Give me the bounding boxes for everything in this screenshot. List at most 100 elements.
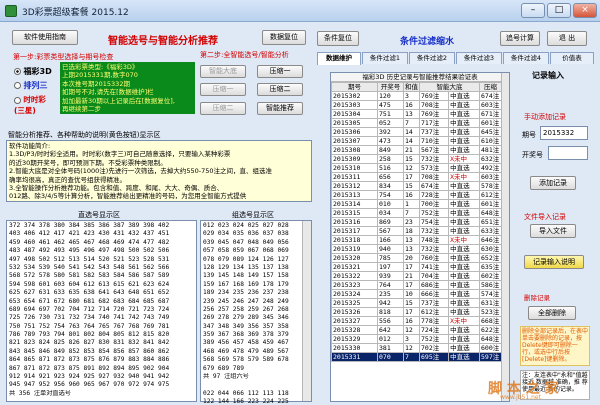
history-table[interactable]: 期号 开奖号 和值 智能大底 压缩 2015302 120 3 769注 中直选 674注… [331,82,502,362]
table-row[interactable]: 2015305 052 7 717注 中直选 601注 [331,118,502,128]
table-row[interactable]: 2015325 942 15 737注 中直选 631注 [331,298,502,308]
number-line: 679 689 789 [203,364,244,372]
table-row[interactable]: 2015315 034 7 752注 中直选 648注 [331,208,502,218]
number-line: 403 406 412 417 421 423 430 431 432 437 … [9,230,170,238]
table-row[interactable]: 2015322 939 21 704注 中直选 602注 [331,271,502,281]
table-row[interactable]: 2015317 567 18 732注 中直选 633注 [331,226,502,236]
radio-pl3[interactable]: 排列三 [14,80,48,91]
table-row[interactable]: 2015324 235 10 666注 中直选 574注 [331,289,502,299]
group-scrollbar[interactable] [302,221,311,401]
table-cell: 3 [403,334,420,344]
compress2-button[interactable]: 压缩二 [257,83,303,96]
tab-data-maintenance[interactable]: 数据维护 [317,52,361,65]
table-row[interactable]: 2015310 516 12 573注 中直选 492注 [331,163,502,173]
minimize-button[interactable]: – [521,3,545,18]
tab-filter-4[interactable]: 条件过滤4 [503,52,549,64]
table-cell: 20 [403,253,420,263]
table-cell: 中直选 [448,334,480,344]
table-row[interactable]: 2015320 785 20 760注 中直选 652注 [331,253,502,263]
smart-recommend-button[interactable]: 智能推荐 [257,102,303,115]
table-row[interactable]: 2015308 849 21 567注 中直选 481注 [331,145,502,155]
table-row[interactable]: 2015328 642 12 724注 中直选 622注 [331,325,502,335]
group-number-area[interactable]: 012 023 024 025 027 028 029 034 035 036 0… [200,220,312,405]
table-row[interactable]: 2015302 120 3 769注 中直选 674注 [331,91,502,101]
table-row[interactable]: 2015330 381 12 702注 中直选 600注 [331,343,502,353]
table-cell: 578注 [479,181,502,191]
explain-line: 3.全智能操作分析推荐功能。包含和值、跨度、和尾、大大、奇偶、质合、 [9,183,224,192]
tab-value-table[interactable]: 价值表 [550,52,594,64]
col-draw[interactable]: 开奖号 [377,82,404,92]
chase-calc-button[interactable]: 追号计算 [500,31,540,46]
table-cell: 2015326 [331,307,378,317]
compress1-button[interactable]: 压缩一 [257,65,303,78]
explain-area[interactable]: 软件功能简介: 1.3D/P3/时时彩全适用。时时彩(数字三)可自己随意选择，只… [6,140,312,202]
help-guide-button[interactable]: 软件使用指南 [12,30,78,45]
delete-all-button[interactable]: 全部删除 [528,306,576,320]
table-row[interactable]: 2015316 869 23 754注 中直选 651注 [331,217,502,227]
close-button[interactable]: × [573,3,597,18]
table-cell: 942 [377,298,404,308]
table-cell: 603注 [479,100,502,110]
table-cell: 中直选 [448,163,480,173]
number-line: 821 823 824 825 826 827 830 831 832 841 … [9,339,170,347]
maximize-button[interactable]: □ [547,3,571,18]
table-cell: 645注 [479,127,502,137]
table-cell: 785 [377,253,404,263]
table-row[interactable]: 2015319 940 13 732注 中直选 630注 [331,244,502,254]
table-row[interactable]: 2015311 656 17 708注 X未中 603注 [331,172,502,182]
table-cell: 15 [403,154,420,164]
table-row[interactable]: 2015303 475 16 708注 中直选 603注 [331,100,502,110]
table-row[interactable]: 2015307 473 14 710注 中直选 610注 [331,136,502,146]
table-cell: 940 [377,244,404,254]
info-line: 加加最新30期以上记录后在[数据复位], [62,96,175,105]
table-row[interactable]: 2015318 166 13 748注 X未中 646注 [331,235,502,245]
manual-add-label: 手动添加记录 [524,113,566,121]
col-period[interactable]: 期号 [331,82,378,92]
table-row[interactable]: 2015331 070 7 695注 中直选 597注 [331,352,502,362]
table-row[interactable]: 2015309 258 15 732注 X未中 632注 [331,154,502,164]
table-cell: 567 [377,226,404,236]
table-row[interactable]: 2015304 751 13 769注 中直选 671注 [331,109,502,119]
table-cell: 17 [403,262,420,272]
compress2-alt-button[interactable]: 压缩二 [200,102,246,115]
direct-label: 直选号显示区 [78,211,120,219]
table-row[interactable]: 2015326 818 17 612注 中直选 523注 [331,307,502,317]
table-row[interactable]: 2015323 764 17 686注 中直选 586注 [331,280,502,290]
table-cell: 849 [377,145,404,155]
data-reset-button[interactable]: 数据复位 [262,30,306,45]
record-help-button[interactable]: 记录输入说明 [524,255,584,269]
table-row[interactable]: 2015327 556 16 778注 X未中 668注 [331,316,502,326]
radio-fc3d[interactable]: 福彩3D [14,66,52,77]
col-compress[interactable]: 压缩 [479,82,502,92]
group-label: 组选号显示区 [232,211,274,219]
smart-base-button[interactable]: 智能大底 [200,65,246,78]
table-row[interactable]: 2015313 754 16 728注 中直选 612注 [331,190,502,200]
exit-button[interactable]: 退 出 [547,31,587,46]
number-line: 389 456 457 458 459 467 [203,339,289,347]
table-cell: 17 [403,307,420,317]
number-line: 864 865 871 872 873 875 876 879 883 884 … [9,356,170,364]
tab-filter-2[interactable]: 条件过滤2 [409,52,455,64]
draw-input[interactable] [548,146,588,160]
period-input[interactable]: 2015332 [540,126,588,140]
window-title: 3D彩票超级套餐 2015.12 [22,8,129,18]
table-row[interactable]: 2015314 010 1 700注 中直选 601注 [331,199,502,209]
history-scrollbar[interactable] [501,73,509,401]
col-sum[interactable]: 和值 [403,82,420,92]
table-row[interactable]: 2015306 392 14 737注 中直选 645注 [331,127,502,137]
table-row[interactable]: 2015321 197 17 741注 中直选 635注 [331,262,502,272]
tab-filter-3[interactable]: 条件过滤3 [456,52,502,64]
direct-number-area[interactable]: 372 374 378 380 384 385 386 387 389 398 … [6,220,197,402]
table-row[interactable]: 2015312 834 15 674注 中直选 578注 [331,181,502,191]
radio-ssc[interactable]: 时时彩(三星) [14,94,54,116]
col-smart-base[interactable]: 智能大底 [419,82,480,92]
table-row[interactable]: 2015329 012 3 752注 中直选 648注 [331,334,502,344]
number-line: 689 694 697 702 704 712 714 720 721 723 … [9,305,170,313]
import-file-button[interactable]: 导入文件 [530,224,576,238]
tab-filter-1[interactable]: 条件过滤1 [362,52,408,64]
table-cell: 648注 [479,208,502,218]
table-cell: 012 [377,334,404,344]
condition-reset-button[interactable]: 条件复位 [317,31,359,46]
add-record-button[interactable]: 添加记录 [530,176,576,190]
compress1-alt-button[interactable]: 压缩一 [200,83,246,96]
